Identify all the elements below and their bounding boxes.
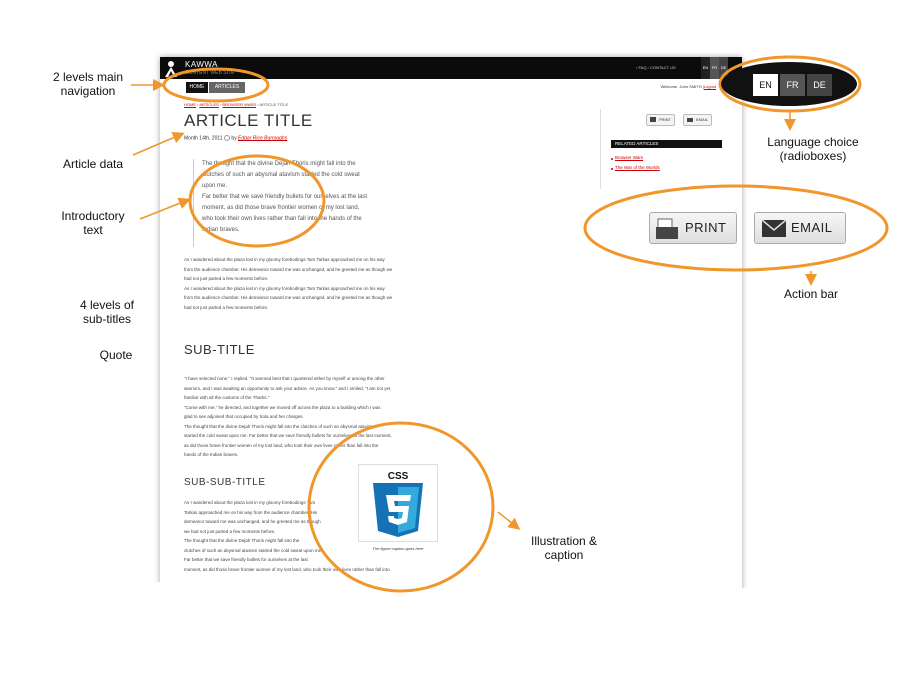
article-data-arrow	[132, 132, 185, 156]
intro-highlight-ellipse	[188, 154, 326, 248]
nav-highlight-ellipse	[162, 67, 270, 103]
lang-radio-en[interactable]: EN	[753, 74, 778, 96]
callout-navigation: 2 levels main navigation	[38, 70, 138, 98]
callout-line: Language choice	[767, 135, 859, 149]
callout-action-bar: Action bar	[783, 287, 839, 301]
callout-line: 2 levels main	[52, 70, 124, 84]
printer-icon	[656, 218, 678, 239]
callout-line: sub-titles	[82, 312, 132, 326]
lang-radio-fr[interactable]: FR	[780, 74, 805, 96]
callout-subtitles: 4 levels of sub-titles	[57, 298, 157, 326]
zoom-print-button[interactable]: PRINT	[649, 212, 737, 244]
callout-intro: Introductory text	[43, 209, 143, 237]
callout-line: Illustration &	[530, 534, 598, 548]
callout-line: Introductory	[61, 209, 125, 223]
callout-line: text	[83, 223, 103, 237]
callout-line: caption	[544, 548, 584, 562]
zoom-email-button[interactable]: EMAIL	[754, 212, 846, 244]
intro-arrow	[139, 197, 191, 220]
callout-line: (radioboxes)	[779, 149, 847, 163]
callout-illustration: Illustration & caption	[514, 534, 614, 562]
lang-radio-de[interactable]: DE	[807, 74, 832, 96]
zoom-print-label: PRINT	[685, 220, 727, 235]
callout-line: 4 levels of	[79, 298, 135, 312]
zoom-email-label: EMAIL	[791, 220, 833, 235]
callout-quote: Quote	[99, 348, 133, 362]
illustration-arrow	[497, 511, 521, 530]
illustration-highlight-ellipse	[307, 421, 495, 593]
callout-language: Language choice (radioboxes)	[748, 135, 878, 163]
callout-line: navigation	[60, 84, 116, 98]
callout-article-data: Article data	[62, 157, 124, 171]
envelope-icon	[761, 219, 787, 237]
